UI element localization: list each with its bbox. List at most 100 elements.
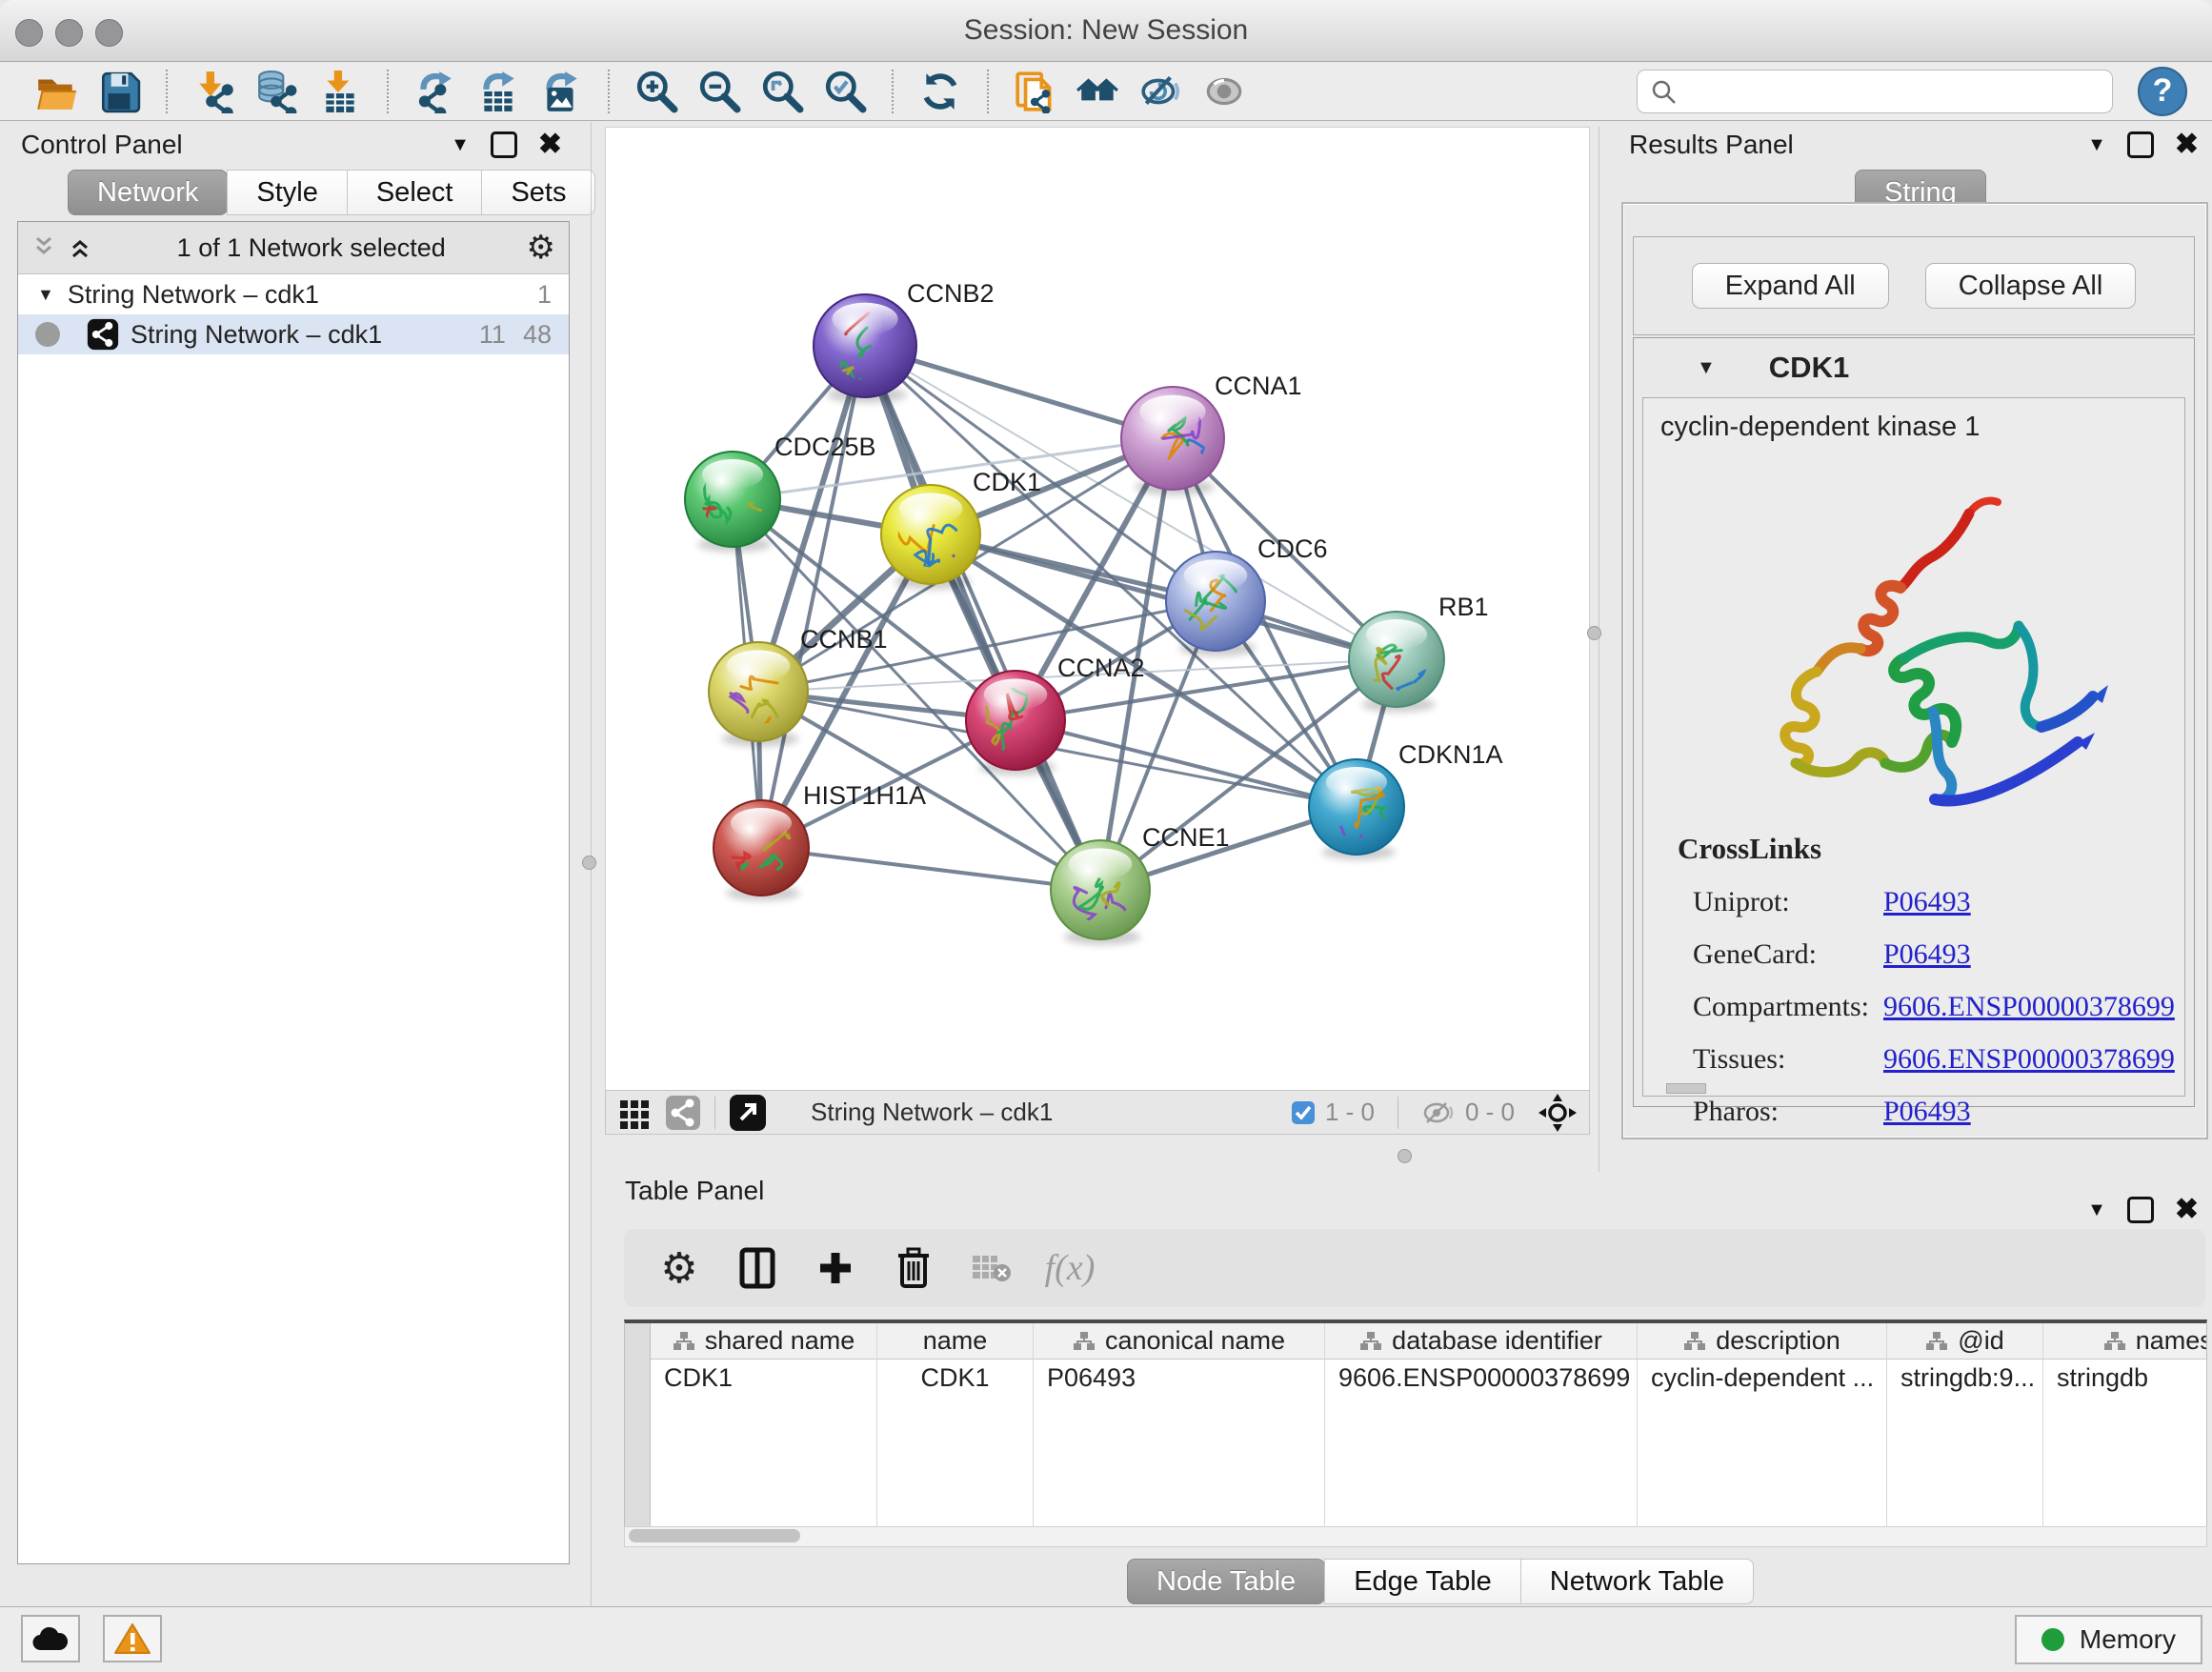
save-session-button[interactable] [88,66,151,117]
expand-all-icon[interactable] [68,235,96,260]
import-network-file-button[interactable] [183,66,246,117]
tab-network-table[interactable]: Network Table [1520,1559,1754,1604]
tab-select[interactable]: Select [347,170,483,215]
results-float-icon[interactable] [2127,131,2154,158]
table-cell[interactable]: stringdb [2043,1360,2207,1396]
copy-network-button[interactable] [1004,66,1067,117]
node-label-CCNA2: CCNA2 [1057,654,1145,682]
node-CDC25B[interactable]: CDC25B [666,433,876,553]
zoom-selected-button[interactable] [814,66,876,117]
zoom-fit-button[interactable] [751,66,814,117]
table-hscrollbar[interactable] [624,1526,2207,1547]
crosslink-link[interactable]: 9606.ENSP00000378699 [1883,1043,2175,1076]
import-table-button[interactable] [309,66,372,117]
tree-expander-icon[interactable]: ▼ [37,285,54,305]
results-close-icon[interactable]: ✖ [2175,134,2199,155]
panel-menu-icon[interactable]: ▼ [451,134,470,156]
export-image-button[interactable] [530,66,593,117]
edge-HIST1H1A-CCNE1[interactable] [761,848,1100,890]
table-cell[interactable]: 9606.ENSP00000378699 [1325,1360,1637,1396]
tab-node-table[interactable]: Node Table [1127,1559,1325,1604]
help-button[interactable]: ? [2138,67,2187,116]
show-columns-icon[interactable] [731,1241,784,1295]
close-panel-icon[interactable]: ✖ [538,134,562,155]
expand-all-button[interactable]: Expand All [1692,263,1889,309]
nested-networks-button[interactable] [1067,66,1130,117]
network-options-gear-icon[interactable]: ⚙ [527,229,555,267]
tab-network[interactable]: Network [68,170,228,215]
hide-panels-button[interactable] [1130,66,1193,117]
delete-column-icon[interactable] [887,1241,940,1295]
table-close-icon[interactable]: ✖ [2175,1199,2199,1220]
table-cell[interactable]: CDK1 [651,1360,876,1396]
node-result-header[interactable]: ▼ CDK1 [1634,338,2194,397]
column-header[interactable]: description [1638,1323,1886,1360]
memory-button[interactable]: Memory [2015,1615,2202,1664]
tab-edge-table[interactable]: Edge Table [1324,1559,1521,1604]
table-cell[interactable]: stringdb:9... [1887,1360,2042,1396]
network-icon-gray[interactable] [665,1095,701,1131]
node-CDKN1A[interactable]: CDKN1A [1309,740,1503,860]
collapse-all-icon[interactable] [31,235,60,260]
main-toolbar: ? [0,62,2212,121]
export-network-button[interactable] [404,66,467,117]
bottom-splitter-handle[interactable] [1398,1149,1412,1163]
column-header[interactable]: @id [1887,1323,2042,1360]
table-cell[interactable]: P06493 [1034,1360,1324,1396]
nested-networks-icon [1076,70,1120,113]
table-cell[interactable]: CDK1 [877,1360,1033,1396]
crosslink-row: Compartments: 9606.ENSP00000378699 [1693,980,2184,1033]
refresh-layout-button[interactable] [909,66,972,117]
table-float-icon[interactable] [2127,1197,2154,1223]
column-header[interactable]: database identifier [1325,1323,1637,1360]
selected-checkbox-icon[interactable] [1291,1100,1316,1125]
results-menu-icon[interactable]: ▼ [2087,134,2106,156]
cloud-button[interactable] [21,1615,80,1662]
open-session-button[interactable] [25,66,88,117]
crosslink-link[interactable]: P06493 [1883,886,1971,918]
table-hscrollbar-thumb[interactable] [629,1529,800,1542]
toolbar-separator [166,70,168,113]
tab-style[interactable]: Style [227,170,347,215]
add-column-icon[interactable] [809,1241,862,1295]
zoom-in-button[interactable] [625,66,688,117]
column-header[interactable]: name [877,1323,1033,1360]
results-scrollbar-thumb[interactable] [1666,1083,1706,1094]
open-in-new-window-icon[interactable] [729,1094,767,1132]
left-splitter-handle[interactable] [582,856,596,870]
table-menu-icon[interactable]: ▼ [2087,1199,2106,1221]
crosslink-link[interactable]: P06493 [1883,1096,1971,1128]
column-header-label: namespace [2136,1326,2207,1356]
network-tree-row[interactable]: String Network – cdk11148 [18,314,569,354]
zoom-out-button[interactable] [688,66,751,117]
column-type-icon [673,1331,695,1352]
column-header[interactable]: namespace [2043,1323,2207,1360]
export-table-button[interactable] [467,66,530,117]
collapse-all-button[interactable]: Collapse All [1925,263,2137,309]
crosslink-link[interactable]: 9606.ENSP00000378699 [1883,991,2175,1023]
search-input[interactable] [1637,70,2113,113]
grid-view-icon[interactable] [617,1096,652,1130]
table-settings-gear-icon[interactable]: ⚙ [653,1241,706,1295]
warning-button[interactable] [103,1615,162,1662]
crosslink-link[interactable]: P06493 [1883,938,1971,971]
network-tree-row[interactable]: ▼String Network – cdk11 [18,274,569,314]
show-panels-button[interactable] [1193,66,1256,117]
node-CDC6[interactable]: CDC6 [1166,534,1328,656]
section-collapse-icon[interactable]: ▼ [1697,357,1716,379]
right-splitter-handle[interactable] [1587,626,1601,640]
network-canvas[interactable]: CCNB2 CCNA1 CDC25B CDK1 CDC6 RB1 CCNB1 C… [605,127,1590,1091]
tab-sets[interactable]: Sets [481,170,595,215]
birds-eye-crosshair-icon[interactable] [1538,1093,1578,1133]
column-header[interactable]: shared name [651,1323,876,1360]
column--id: @idstringdb:9... [1887,1323,2043,1528]
import-network-database-button[interactable] [246,66,309,117]
column-header[interactable]: canonical name [1034,1323,1324,1360]
node-HIST1H1A[interactable]: HIST1H1A [708,781,926,901]
node-RB1[interactable]: RB1 [1349,593,1489,713]
node-CCNB2[interactable]: CCNB2 [814,279,995,404]
float-panel-icon[interactable] [491,131,517,158]
table-cell[interactable]: cyclin-dependent ... [1638,1360,1886,1396]
node-label-CCNB2: CCNB2 [907,279,995,308]
edge-CCNB2-HIST1H1A[interactable] [761,346,865,848]
